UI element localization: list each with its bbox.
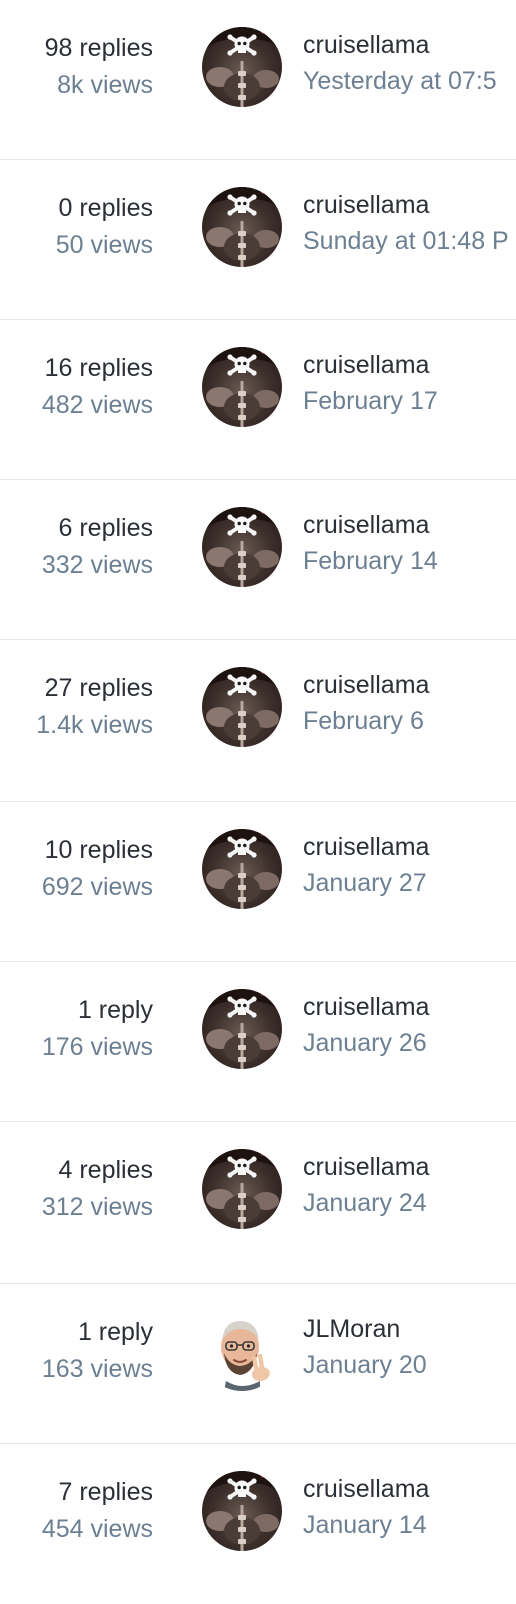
- topic-stats: 27 replies 1.4k views: [36, 670, 153, 744]
- replies-count: 6 replies: [58, 514, 154, 542]
- replies-count: 98 replies: [44, 34, 153, 62]
- pirate-skull-avatar-icon[interactable]: [202, 829, 282, 909]
- topic-row[interactable]: 4 replies 312 views cruisellama January …: [0, 1122, 516, 1284]
- last-poster-username[interactable]: cruisellama: [303, 1149, 516, 1185]
- pirate-skull-avatar-icon[interactable]: [202, 507, 282, 587]
- views-count: 176 views: [41, 1033, 153, 1061]
- last-post-info: cruisellama February 6: [303, 667, 516, 739]
- replies-count: 1 reply: [77, 996, 153, 1024]
- views-count: 482 views: [41, 391, 153, 419]
- topic-row[interactable]: 0 replies 50 views cruisellama Sunday at…: [0, 160, 516, 320]
- views-count: 163 views: [41, 1355, 153, 1383]
- replies-count: 10 replies: [44, 836, 153, 864]
- last-poster-username[interactable]: cruisellama: [303, 1471, 516, 1507]
- views-count: 454 views: [41, 1515, 153, 1543]
- topic-stats: 10 replies 692 views: [42, 832, 153, 906]
- topic-row[interactable]: 98 replies 8k views cruisellama Yesterda…: [0, 0, 516, 160]
- last-post-info: cruisellama January 26: [303, 989, 516, 1061]
- last-post-info: cruisellama February 17: [303, 347, 516, 419]
- topic-stats: 98 replies 8k views: [45, 30, 153, 104]
- last-post-date[interactable]: Yesterday at 07:5: [303, 63, 516, 99]
- last-poster-username[interactable]: cruisellama: [303, 829, 516, 865]
- last-poster-username[interactable]: cruisellama: [303, 27, 516, 63]
- pirate-skull-avatar-icon[interactable]: [202, 1471, 282, 1551]
- topic-stats: 16 replies 482 views: [42, 350, 153, 424]
- memoji-peace-avatar-icon[interactable]: [202, 1311, 282, 1391]
- replies-count: 0 replies: [58, 194, 154, 222]
- topic-row[interactable]: 16 replies 482 views cruisellama Februar…: [0, 320, 516, 480]
- last-poster-username[interactable]: JLMoran: [303, 1311, 516, 1347]
- topic-list: 98 replies 8k views cruisellama Yesterda…: [0, 0, 516, 1604]
- topic-row[interactable]: 7 replies 454 views cruisellama January …: [0, 1444, 516, 1604]
- last-poster-username[interactable]: cruisellama: [303, 507, 516, 543]
- pirate-skull-avatar-icon[interactable]: [202, 667, 282, 747]
- replies-count: 4 replies: [58, 1156, 154, 1184]
- topic-stats: 4 replies 312 views: [42, 1152, 153, 1226]
- topic-stats: 6 replies 332 views: [42, 510, 153, 584]
- last-post-info: cruisellama January 14: [303, 1471, 516, 1543]
- replies-count: 7 replies: [58, 1478, 154, 1506]
- views-count: 312 views: [41, 1193, 153, 1221]
- last-post-date[interactable]: February 17: [303, 383, 516, 419]
- last-post-info: JLMoran January 20: [303, 1311, 516, 1383]
- last-poster-username[interactable]: cruisellama: [303, 187, 516, 223]
- pirate-skull-avatar-icon[interactable]: [202, 187, 282, 267]
- topic-row[interactable]: 10 replies 692 views cruisellama January…: [0, 802, 516, 962]
- topic-row[interactable]: 6 replies 332 views cruisellama February…: [0, 480, 516, 640]
- last-poster-username[interactable]: cruisellama: [303, 667, 516, 703]
- pirate-skull-avatar-icon[interactable]: [202, 989, 282, 1069]
- last-poster-username[interactable]: cruisellama: [303, 989, 516, 1025]
- last-post-date[interactable]: January 26: [303, 1025, 516, 1061]
- pirate-skull-avatar-icon[interactable]: [202, 347, 282, 427]
- topic-stats: 1 reply 163 views: [42, 1314, 153, 1388]
- topic-stats: 0 replies 50 views: [56, 190, 153, 264]
- last-post-info: cruisellama January 24: [303, 1149, 516, 1221]
- pirate-skull-avatar-icon[interactable]: [202, 1149, 282, 1229]
- pirate-skull-avatar-icon[interactable]: [202, 27, 282, 107]
- replies-count: 16 replies: [44, 354, 153, 382]
- last-post-date[interactable]: Sunday at 01:48 P: [303, 223, 516, 259]
- topic-row[interactable]: 1 reply 176 views cruisellama January 26: [0, 962, 516, 1122]
- last-post-date[interactable]: February 6: [303, 703, 516, 739]
- last-post-date[interactable]: January 20: [303, 1347, 516, 1383]
- last-post-info: cruisellama February 14: [303, 507, 516, 579]
- last-post-info: cruisellama January 27: [303, 829, 516, 901]
- last-post-info: cruisellama Sunday at 01:48 P: [303, 187, 516, 259]
- last-post-date[interactable]: January 24: [303, 1185, 516, 1221]
- last-post-info: cruisellama Yesterday at 07:5: [303, 27, 516, 99]
- topic-stats: 1 reply 176 views: [42, 992, 153, 1066]
- last-post-date[interactable]: January 14: [303, 1507, 516, 1543]
- replies-count: 27 replies: [44, 674, 153, 702]
- topic-row[interactable]: 27 replies 1.4k views cruisellama Februa…: [0, 640, 516, 802]
- last-post-date[interactable]: January 27: [303, 865, 516, 901]
- topic-stats: 7 replies 454 views: [42, 1474, 153, 1548]
- last-post-date[interactable]: February 14: [303, 543, 516, 579]
- topic-row[interactable]: 1 reply 163 views JLMoran January 20: [0, 1284, 516, 1444]
- views-count: 332 views: [41, 551, 153, 579]
- views-count: 8k views: [57, 71, 153, 99]
- replies-count: 1 reply: [77, 1318, 153, 1346]
- last-poster-username[interactable]: cruisellama: [303, 347, 516, 383]
- views-count: 50 views: [55, 231, 153, 259]
- views-count: 692 views: [41, 873, 153, 901]
- views-count: 1.4k views: [36, 711, 153, 739]
